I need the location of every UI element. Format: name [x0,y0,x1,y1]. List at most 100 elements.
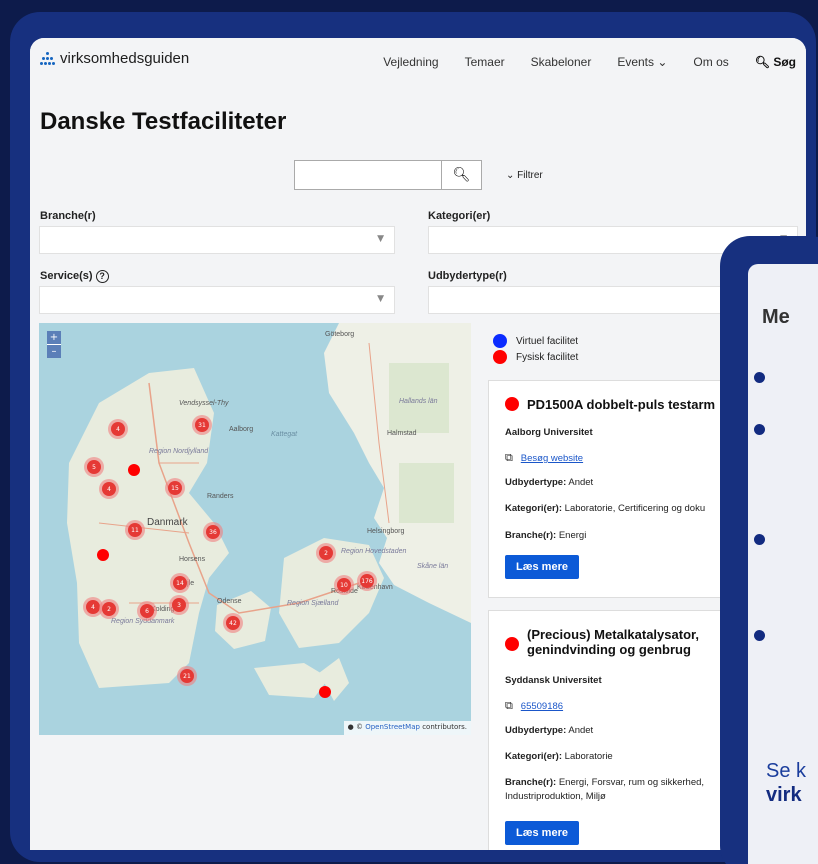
map-cluster[interactable]: 2 [99,599,119,619]
chevron-down-icon: ▼ [377,294,384,304]
card-branche-cont: Industriproduktion, Miljø [505,791,606,802]
map-label-kattegat: Kattegat [271,431,298,438]
logo-text: virksomhedsguiden [60,50,190,67]
overlay-screen: Me Se k virk [748,264,818,864]
svg-text:176: 176 [361,578,373,585]
service-select[interactable]: ▼ [39,286,395,314]
search-input[interactable] [294,160,442,190]
map-legend: Virtuel facilitet Fysisk facilitet [493,334,578,366]
logo-icon [40,51,56,66]
nav-item-vejledning[interactable]: Vejledning [383,55,438,69]
card-udbydertype: Udbydertype: Andet [505,477,593,488]
osm-link[interactable]: OpenStreetMap [365,723,420,731]
kategori-key: Kategori(er): [505,503,563,514]
search-box: 🔍︎ [294,160,484,190]
svg-text:2: 2 [324,550,328,557]
kategori-value: Laboratorie [564,751,613,762]
browser-screen: virksomhedsguiden Vejledning Temaer Skab… [30,38,806,850]
svg-text:6: 6 [145,608,149,615]
card-udbydertype: Udbydertype: Andet [505,725,593,736]
map-cluster[interactable]: 36 [203,522,223,542]
map-cluster[interactable]: 14 [170,573,190,593]
read-more-button[interactable]: Læs mere [505,555,579,579]
map-cluster[interactable]: 21 [177,666,197,686]
svg-text:4: 4 [91,604,95,611]
map-label-halland: Hallands län [399,398,438,405]
zoom-out-button[interactable]: – [47,345,61,358]
logo[interactable]: virksomhedsguiden [40,50,189,67]
map-marker[interactable] [97,549,109,561]
map-label-skane: Skåne län [417,562,448,570]
map-label-horsens: Horsens [179,556,206,563]
map-label-randers: Randers [207,493,234,500]
map-label-odense: Odense [217,598,242,605]
bullet-icon [754,424,765,435]
branche-select[interactable]: ▼ [39,226,395,254]
zoom-in-button[interactable]: + [47,331,61,345]
nav-item-om-os[interactable]: Om os [693,55,728,69]
map-marker[interactable] [128,464,140,476]
nav-search-button[interactable]: 🔍︎ Søg [755,55,796,69]
map-cluster[interactable]: 4 [108,419,128,439]
branche-key: Branche(r): [505,530,557,541]
map-attribution: ● © OpenStreetMap contributors. [343,721,471,735]
facility-card: (Precious) Metalkatalysator, genindvindin… [488,610,748,850]
map-cluster[interactable]: 10 [334,575,354,595]
udbydertype-key: Udbydertype: [505,477,567,488]
svg-text:10: 10 [340,582,348,589]
map-cluster[interactable]: 3 [169,595,189,615]
visit-website-link[interactable]: Besøg website [521,453,583,464]
facility-card: PD1500A dobbelt-puls testarm Aalborg Uni… [488,380,748,598]
svg-text:3: 3 [177,602,181,609]
attribution-text: contributors. [419,723,467,731]
filter-toggle[interactable]: ⌄ Filtrer [506,170,543,181]
svg-text:21: 21 [183,673,191,680]
map-cluster[interactable]: 42 [223,613,243,633]
card-branche: Branche(r): Energi, Forsvar, rum og sikk… [505,777,704,788]
phone-link[interactable]: 65509186 [521,701,563,712]
svg-text:11: 11 [131,527,139,534]
branche-key: Branche(r): [505,777,557,788]
map-label-goteborg: Göteborg [325,331,354,338]
card-title-text: (Precious) Metalkatalysator, genindvindin… [527,627,699,657]
external-link-icon: ⧉ [505,700,513,712]
udbydertype-key: Udbydertype: [505,725,567,736]
card-title-line1: (Precious) Metalkatalysator, [527,627,699,642]
card-branche: Branche(r): Energi [505,530,586,541]
card-title[interactable]: (Precious) Metalkatalysator, genindvindin… [505,627,699,657]
bullet-icon [754,534,765,545]
map-cluster[interactable]: 2 [316,543,336,563]
card-provider: Syddansk Universitet [505,675,602,686]
map-cluster[interactable]: 4 [99,479,119,499]
svg-text:2: 2 [107,606,111,613]
service-label: Service(s) ? [40,270,109,283]
help-icon[interactable]: ? [95,270,109,283]
nav-item-events[interactable]: Events ⌄ [617,55,667,69]
read-more-button[interactable]: Læs mere [505,821,579,845]
card-title-text: PD1500A dobbelt-puls testarm [527,397,716,412]
map-cluster[interactable]: 176 [357,571,377,591]
kategori-label: Kategori(er) [428,210,491,222]
facility-map[interactable]: Göteborg Vendsyssel-Thy Aalborg Kattegat… [39,323,471,735]
map-marker[interactable] [319,686,331,698]
map-label-vendsyssel: Vendsyssel-Thy [179,400,229,407]
nav-item-temaer[interactable]: Temaer [465,55,505,69]
svg-text:5: 5 [92,464,96,471]
search-button[interactable]: 🔍︎ [442,160,482,190]
map-cluster[interactable]: 15 [165,478,185,498]
card-link-row: ⧉ 65509186 [505,700,563,713]
map-label-aalborg: Aalborg [229,426,253,433]
external-link-icon: ⧉ [505,452,513,464]
bullet-icon [754,372,765,383]
map-cluster[interactable]: 11 [125,520,145,540]
map-label-halmstad: Halmstad [387,430,417,437]
legend-virtual: Virtuel facilitet [516,335,579,347]
nav-item-skabeloner[interactable]: Skabeloner [531,55,592,69]
overlay-device-frame: Me Se k virk [720,236,818,864]
map-cluster[interactable]: 5 [84,457,104,477]
card-title[interactable]: PD1500A dobbelt-puls testarm [505,397,715,412]
map-cluster[interactable]: 31 [192,415,212,435]
search-icon: 🔍︎ [754,55,770,69]
top-navigation: virksomhedsguiden Vejledning Temaer Skab… [30,38,806,88]
map-cluster[interactable]: 6 [137,601,157,621]
